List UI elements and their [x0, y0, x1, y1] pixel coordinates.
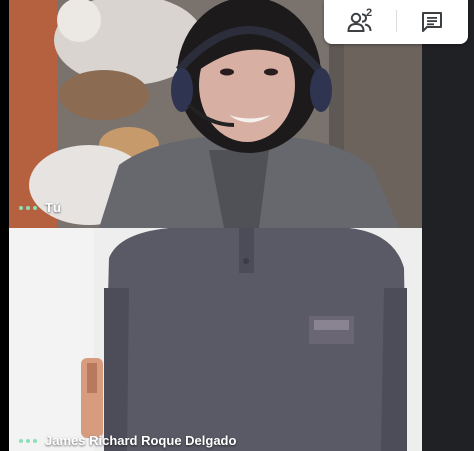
participant-tile-remote[interactable]: James Richard Roque Delgado — [9, 228, 422, 451]
chat-button[interactable] — [396, 0, 468, 44]
audio-dots-icon — [19, 205, 37, 210]
people-count-badge: 2 — [366, 7, 373, 19]
participant-name-tag: James Richard Roque Delgado — [19, 433, 236, 448]
participant-name: Tú — [45, 200, 61, 215]
remote-video-feed — [9, 228, 422, 451]
participant-name-tag: Tú — [19, 200, 61, 215]
people-button[interactable]: 2 — [324, 0, 396, 44]
left-edge — [0, 0, 9, 451]
meeting-toolbar: 2 — [324, 0, 468, 44]
participant-name: James Richard Roque Delgado — [45, 433, 237, 448]
chat-icon — [422, 12, 442, 32]
meeting-stage: Tú James Richard Roque Delgado 2 — [0, 0, 474, 451]
right-edge — [422, 0, 474, 451]
audio-dots-icon — [19, 438, 37, 443]
